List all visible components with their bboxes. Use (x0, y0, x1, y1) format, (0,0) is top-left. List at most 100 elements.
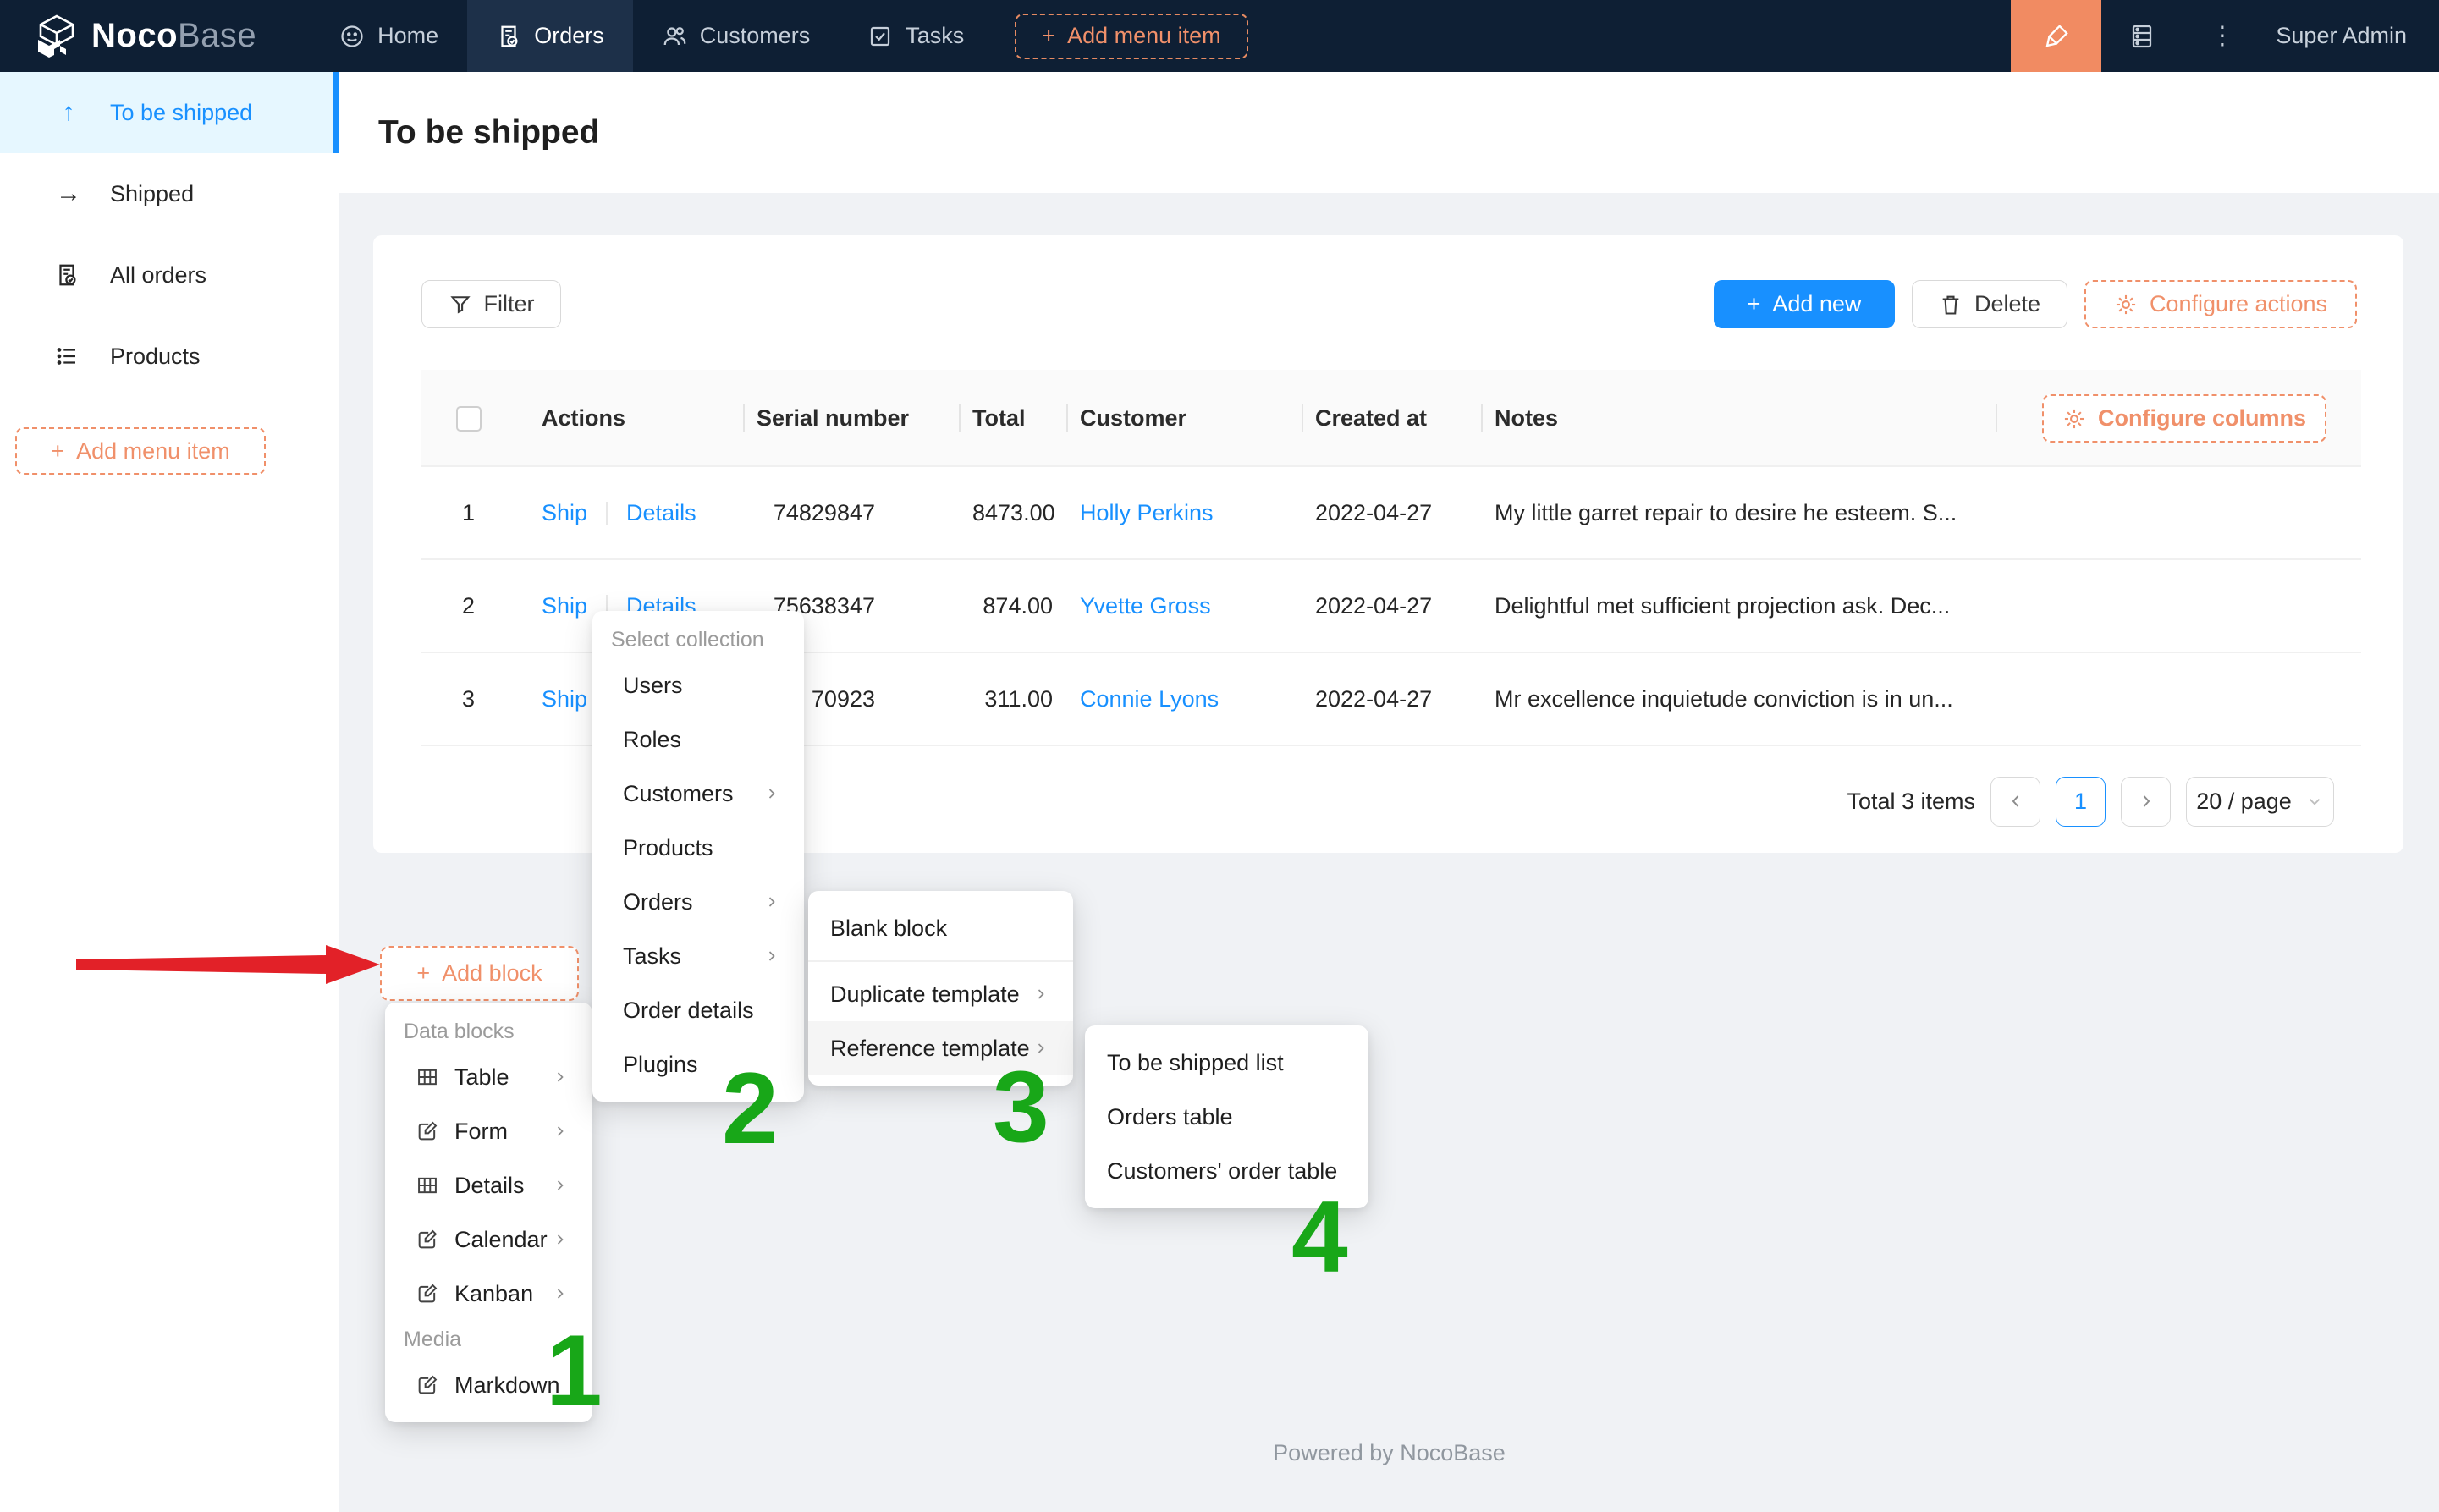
nav-item-customers[interactable]: Customers (633, 0, 840, 72)
action-divider (606, 502, 608, 525)
nav-item-label: Tasks (906, 23, 964, 49)
menu-item-form[interactable]: Form (385, 1104, 592, 1158)
table-grid-icon (416, 1065, 439, 1089)
row-index: 2 (421, 593, 516, 619)
page-size-select[interactable]: 20 / page (2186, 777, 2334, 827)
sidebar-item-all-orders[interactable]: All orders (0, 234, 339, 316)
select-collection-menu: Select collection Users Roles Customers … (592, 611, 804, 1102)
nav-item-label: Customers (700, 23, 811, 49)
add-block-label: Add block (442, 960, 542, 987)
ship-link[interactable]: Ship (542, 593, 587, 619)
pagination-page-1[interactable]: 1 (2056, 777, 2106, 827)
sidebar-item-label: All orders (110, 262, 206, 289)
plus-icon: + (51, 438, 64, 465)
nav-item-home[interactable]: Home (311, 0, 467, 72)
gear-icon (2114, 293, 2138, 316)
plus-icon: + (416, 960, 430, 987)
pagination: Total 3 items 1 20 / page (1847, 776, 2334, 827)
database-manager-button[interactable] (2101, 0, 2182, 72)
annotation-step-2: 2 (722, 1058, 779, 1159)
chevron-right-icon (552, 1231, 569, 1248)
pagination-prev-button[interactable] (1990, 777, 2040, 827)
menu-item-orders[interactable]: Orders (592, 875, 804, 929)
menu-item-kanban[interactable]: Kanban (385, 1267, 592, 1321)
menu-item-to-be-shipped-list[interactable]: To be shipped list (1085, 1036, 1368, 1090)
sidebar-item-label: Shipped (110, 181, 194, 207)
column-header-actions: Actions (516, 370, 745, 467)
row-index: 3 (421, 686, 516, 712)
delete-button[interactable]: Delete (1912, 280, 2067, 328)
serial-cell: 74829847 (745, 500, 961, 526)
customer-link[interactable]: Holly Perkins (1080, 500, 1214, 525)
customer-link[interactable]: Yvette Gross (1080, 593, 1211, 619)
table-row: 1 ShipDetails 74829847 8473.00 Holly Per… (421, 467, 2361, 560)
list-icon (54, 344, 83, 369)
menu-item-duplicate-template[interactable]: Duplicate template (808, 967, 1073, 1021)
configure-actions-label: Configure actions (2150, 291, 2327, 317)
customer-link[interactable]: Connie Lyons (1080, 686, 1219, 712)
menu-item-users[interactable]: Users (592, 658, 804, 712)
menu-item-customers[interactable]: Customers (592, 767, 804, 821)
chevron-right-icon (552, 1177, 569, 1194)
menu-item-tasks[interactable]: Tasks (592, 929, 804, 983)
row-actions-cell: Ship Details (516, 500, 745, 526)
page-title: To be shipped (378, 114, 599, 151)
ship-link[interactable]: Ship (542, 686, 587, 712)
sidebar-add-menu-item-button[interactable]: + Add menu item (15, 427, 266, 475)
ui-editor-button[interactable] (2011, 0, 2101, 72)
pagination-total: Total 3 items (1847, 789, 1975, 815)
red-arrow-annotation (72, 935, 387, 994)
more-menu-button[interactable]: ⋮ (2182, 0, 2262, 72)
menu-item-products[interactable]: Products (592, 821, 804, 875)
sidebar-item-label: To be shipped (110, 100, 252, 126)
chevron-right-icon (763, 785, 780, 802)
sidebar-item-to-be-shipped[interactable]: ↑ To be shipped (0, 72, 339, 153)
menu-item-orders-table[interactable]: Orders table (1085, 1090, 1368, 1144)
menu-item-calendar[interactable]: Calendar (385, 1212, 592, 1267)
column-header-created-at: Created at (1303, 370, 1483, 467)
ship-link[interactable]: Ship (542, 500, 587, 525)
nav-item-tasks[interactable]: Tasks (839, 0, 993, 72)
annotation-step-1: 1 (546, 1320, 603, 1421)
page-size-value: 20 / page (2196, 789, 2292, 815)
filter-button[interactable]: Filter (421, 280, 561, 328)
add-new-button[interactable]: + Add new (1714, 280, 1895, 328)
configure-actions-button[interactable]: Configure actions (2084, 280, 2357, 328)
database-icon (2128, 23, 2155, 50)
menu-item-blank-block[interactable]: Blank block (808, 901, 1073, 955)
select-all-cell (421, 370, 516, 467)
total-cell: 8473.00 (961, 500, 1068, 526)
total-cell: 874.00 (961, 593, 1068, 619)
delete-label: Delete (1974, 291, 2040, 317)
nav-item-label: Orders (534, 23, 604, 49)
created-at-cell: 2022-04-27 (1303, 500, 1483, 526)
footer-text: Powered by NocoBase (339, 1440, 2439, 1466)
nocobase-logo[interactable]: NocoBase (34, 14, 256, 59)
configure-columns-button[interactable]: Configure columns (2042, 394, 2326, 443)
user-menu[interactable]: Super Admin (2276, 23, 2407, 49)
details-link[interactable]: Details (626, 500, 696, 525)
column-header-notes: Notes (1483, 370, 1997, 467)
nav-add-menu-item-label: Add menu item (1067, 23, 1221, 49)
add-block-button[interactable]: + Add block (380, 946, 579, 1001)
form-icon (416, 1282, 439, 1306)
sidebar-add-menu-item-label: Add menu item (76, 438, 230, 465)
select-all-checkbox[interactable] (456, 406, 482, 432)
menu-item-details[interactable]: Details (385, 1158, 592, 1212)
menu-item-table[interactable]: Table (385, 1050, 592, 1104)
column-header-serial-number: Serial number (745, 370, 961, 467)
menu-item-order-details[interactable]: Order details (592, 983, 804, 1037)
nav-item-orders[interactable]: Orders (467, 0, 633, 72)
menu-item-roles[interactable]: Roles (592, 712, 804, 767)
sidebar: ↑ To be shipped → Shipped All orders (0, 72, 339, 1512)
sidebar-item-products[interactable]: Products (0, 316, 339, 397)
column-header-total: Total (961, 370, 1068, 467)
nav-add-menu-item-button[interactable]: + Add menu item (1015, 14, 1247, 59)
plus-icon: + (1042, 23, 1055, 49)
table-header-row: Actions Serial number Total Customer Cre… (421, 370, 2361, 467)
created-at-cell: 2022-04-27 (1303, 686, 1483, 712)
sidebar-item-shipped[interactable]: → Shipped (0, 153, 339, 234)
annotation-step-4: 4 (1291, 1186, 1348, 1288)
pagination-next-button[interactable] (2121, 777, 2171, 827)
configure-columns-label: Configure columns (2098, 405, 2306, 432)
